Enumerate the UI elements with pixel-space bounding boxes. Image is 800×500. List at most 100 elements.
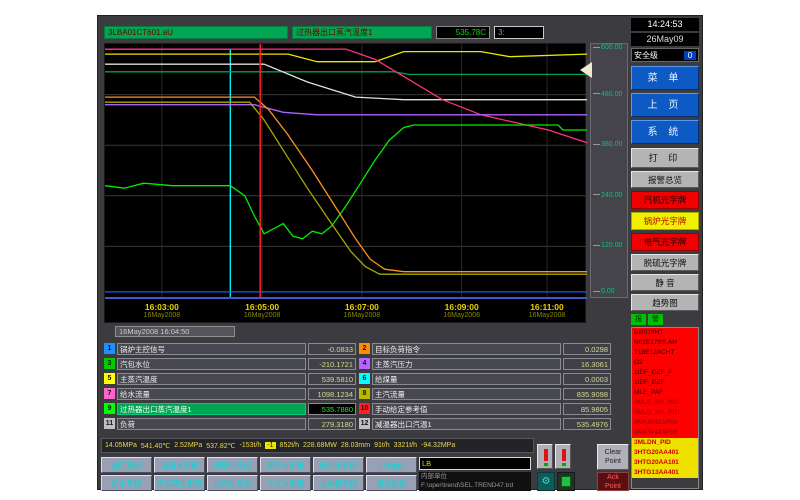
pen-value: -210.1721 (308, 358, 356, 370)
pen-color-chip: 5 (104, 373, 115, 384)
pen-label: 给水流量 (117, 388, 306, 400)
alarm-item[interactable]: O2 (632, 358, 698, 368)
legend-row[interactable]: 4主蒸汽压力16.3061 (359, 357, 611, 370)
alarm-list[interactable]: BI9018HTN01E17SS.AHT18E12ACHTO21IDF_GZF_… (631, 327, 699, 489)
alarm-item[interactable]: 1IDF_GZF_F (632, 368, 698, 378)
nav-row: 给水系统高加疏水系统抗燃油系统开式水系统发电机系统疑点检修 (101, 475, 417, 491)
alarm-section-red: BI9018HTN01E17SS.AHT18E12ACHTO21IDF_GZF_… (632, 328, 698, 438)
scale-tick-label: 360.00 (601, 141, 622, 148)
ack-point-button[interactable]: AckPoint (597, 472, 629, 491)
alarm-item[interactable]: 3MLD_HA_PID (632, 408, 698, 418)
sidebar-button-gray[interactable]: 脱硫光字牌 (631, 254, 699, 271)
security-level-field: 安全级 0 (631, 48, 699, 62)
legend-row[interactable]: 6给煤量0.0003 (359, 372, 611, 385)
scale-tick: 120.00 (593, 242, 627, 249)
nav-button-r2c1[interactable]: 给水系统 (101, 475, 152, 491)
trend-curve (105, 102, 587, 274)
alarm-tab[interactable]: 警 (648, 314, 663, 325)
legend-column-right: 2目标负荷指令0.0298 4主蒸汽压力16.3061 6给煤量0.0003 8主汽流… (359, 342, 611, 432)
aux-field[interactable]: 3: (494, 26, 544, 39)
status-segment: 14.05MPa (105, 442, 137, 449)
clear-point-button[interactable]: ClearPoint (597, 444, 629, 470)
alarm-item[interactable]: 3HTG20AA401 (632, 448, 698, 458)
point-tag-field[interactable]: 3LBA01CT601.aU (104, 26, 288, 39)
scale-tick: 600.00 (593, 44, 627, 51)
legend-row[interactable]: 7给水流量1098.1234 (104, 387, 356, 400)
scale-tick: 360.00 (593, 141, 627, 148)
alarm-item[interactable]: BI9018HT (632, 328, 698, 338)
legend-row[interactable]: 3汽包水位-210.1721 (104, 357, 356, 370)
pen-color-chip: 4 (359, 358, 370, 369)
nav-button-r1c5[interactable]: 闭式水系统 (313, 457, 364, 473)
scale-pointer-icon[interactable] (580, 62, 592, 78)
nav-button-r2c5[interactable]: 发电机系统 (313, 475, 364, 491)
nav-button-r1c3[interactable]: 润滑油系统 (207, 457, 258, 473)
sidebar-button-red[interactable]: 汽机光字牌 (631, 191, 699, 209)
trend-curve (105, 49, 587, 143)
alarm-item[interactable]: 3MLE_HA_PID (632, 398, 698, 408)
status-segment: 537.82℃ (206, 442, 235, 450)
alarm-item[interactable]: 3MKW42AP00 (632, 418, 698, 428)
wrench-icon: ⚙ (538, 473, 554, 490)
pen-label: 过热器出口蒸汽温度1 (117, 403, 306, 415)
trend-curve (105, 125, 587, 239)
pen-marker-button-1[interactable] (537, 444, 553, 469)
legend-row[interactable]: 12减温器出口汽温1535.4976 (359, 417, 611, 430)
alarm-item[interactable]: 3HTG20AA101 (632, 458, 698, 468)
nav-button-r1c2[interactable]: 凝结水系统 (154, 457, 205, 473)
alarm-item[interactable]: 3MLDN_PID (632, 438, 698, 448)
legend-row[interactable]: 5主蒸汽温度539.5810 (104, 372, 356, 385)
nav-button-r2c2[interactable]: 高加疏水系统 (154, 475, 205, 491)
tool-button[interactable]: ⚙ (537, 472, 555, 491)
sidebar-button-gray-big[interactable]: 打 印 (631, 148, 699, 168)
pen-marker-button-2[interactable] (555, 444, 571, 469)
pen-color-chip: 11 (104, 418, 115, 429)
nav-button-r1c1[interactable]: 抽汽系统 (101, 457, 152, 473)
sidebar-button-blue[interactable]: 上 页 (631, 93, 699, 117)
nav-button-r2c6[interactable]: 疑点检修 (366, 475, 417, 491)
sidebar-button-blue[interactable]: 系 统 (631, 120, 699, 144)
dcs-trend-window: 3LBA01CT601.aU 过热器出口蒸汽温度1 535.78C 3: 16:… (97, 15, 703, 490)
alarm-item[interactable]: MLE_PAF (632, 388, 698, 398)
alarm-item[interactable]: 3HTG13AA401 (632, 468, 698, 478)
sidebar-button-gray[interactable]: 静 音 (631, 274, 699, 291)
value-scale-bar[interactable]: 600.00480.00360.00240.00120.000.00 (590, 43, 628, 298)
legend-row[interactable]: 11负荷279.3180 (104, 417, 356, 430)
sidebar-button-blue[interactable]: 菜 单 (631, 66, 699, 90)
scale-tick: 480.00 (593, 91, 627, 98)
point-desc-field[interactable]: 过热器出口蒸汽温度1 (292, 26, 432, 39)
nav-button-r2c3[interactable]: 抗燃油系统 (207, 475, 258, 491)
sidebar-button-yellow[interactable]: 锅炉光字牌 (631, 212, 699, 230)
nav-button-r2c4[interactable]: 开式水系统 (260, 475, 311, 491)
nav-button-r1c4[interactable]: 循环水系统 (260, 457, 311, 473)
scale-tick-label: 600.00 (601, 44, 622, 51)
clock-display: 14:24:53 (631, 18, 699, 31)
pen-base-icon (544, 463, 548, 466)
alarm-item[interactable]: T18E12ACHT (632, 348, 698, 358)
status-segment: 2.52MPa (174, 442, 202, 449)
legend-row[interactable]: 2目标负荷指令0.0298 (359, 342, 611, 355)
alarm-tab[interactable]: 报 (631, 314, 646, 325)
legend-row[interactable]: 8主汽流量835.9098 (359, 387, 611, 400)
time-tick-time: 16:07:00 (327, 302, 397, 312)
alarm-item[interactable]: 3MKW42AP00 (632, 428, 698, 438)
trend-chart-panel[interactable]: 16:03:0016May200816:05:0016May200816:07:… (104, 43, 586, 323)
sidebar-button-gray[interactable]: 报警总览 (631, 171, 699, 188)
command-input[interactable]: LB (419, 457, 531, 470)
right-sidebar: 14:24:53 26May09 安全级 0 菜 单上 页系 统打 印报警总览汽… (631, 18, 699, 489)
legend-row[interactable]: 1锅炉主控信号-0.0833 (104, 342, 356, 355)
sidebar-button-gray[interactable]: 趋势图 (631, 294, 699, 311)
alarm-item[interactable]: 1IDF_GZF (632, 378, 698, 388)
nav-button-r1c6[interactable]: CO操作 (366, 457, 417, 473)
trend-curve (105, 49, 230, 297)
alarm-section-yellow: 3MLDN_PID3HTG20AA4013HTG20AA1013HTG13AA4… (632, 438, 698, 478)
pen-color-chip: 9 (104, 403, 115, 414)
sidebar-button-red[interactable]: 电气光字牌 (631, 233, 699, 251)
legend-row[interactable]: 10手动给定参考值85.9805 (359, 402, 611, 415)
alarm-item[interactable]: N01E17SS.AH (632, 338, 698, 348)
pen-color-chip: 7 (104, 388, 115, 399)
trend-chart[interactable] (105, 44, 587, 297)
grid-toggle-button[interactable] (557, 472, 575, 491)
scale-tick-mark (593, 144, 600, 145)
legend-row[interactable]: 9过热器出口蒸汽温度1535.7880 (104, 402, 356, 415)
